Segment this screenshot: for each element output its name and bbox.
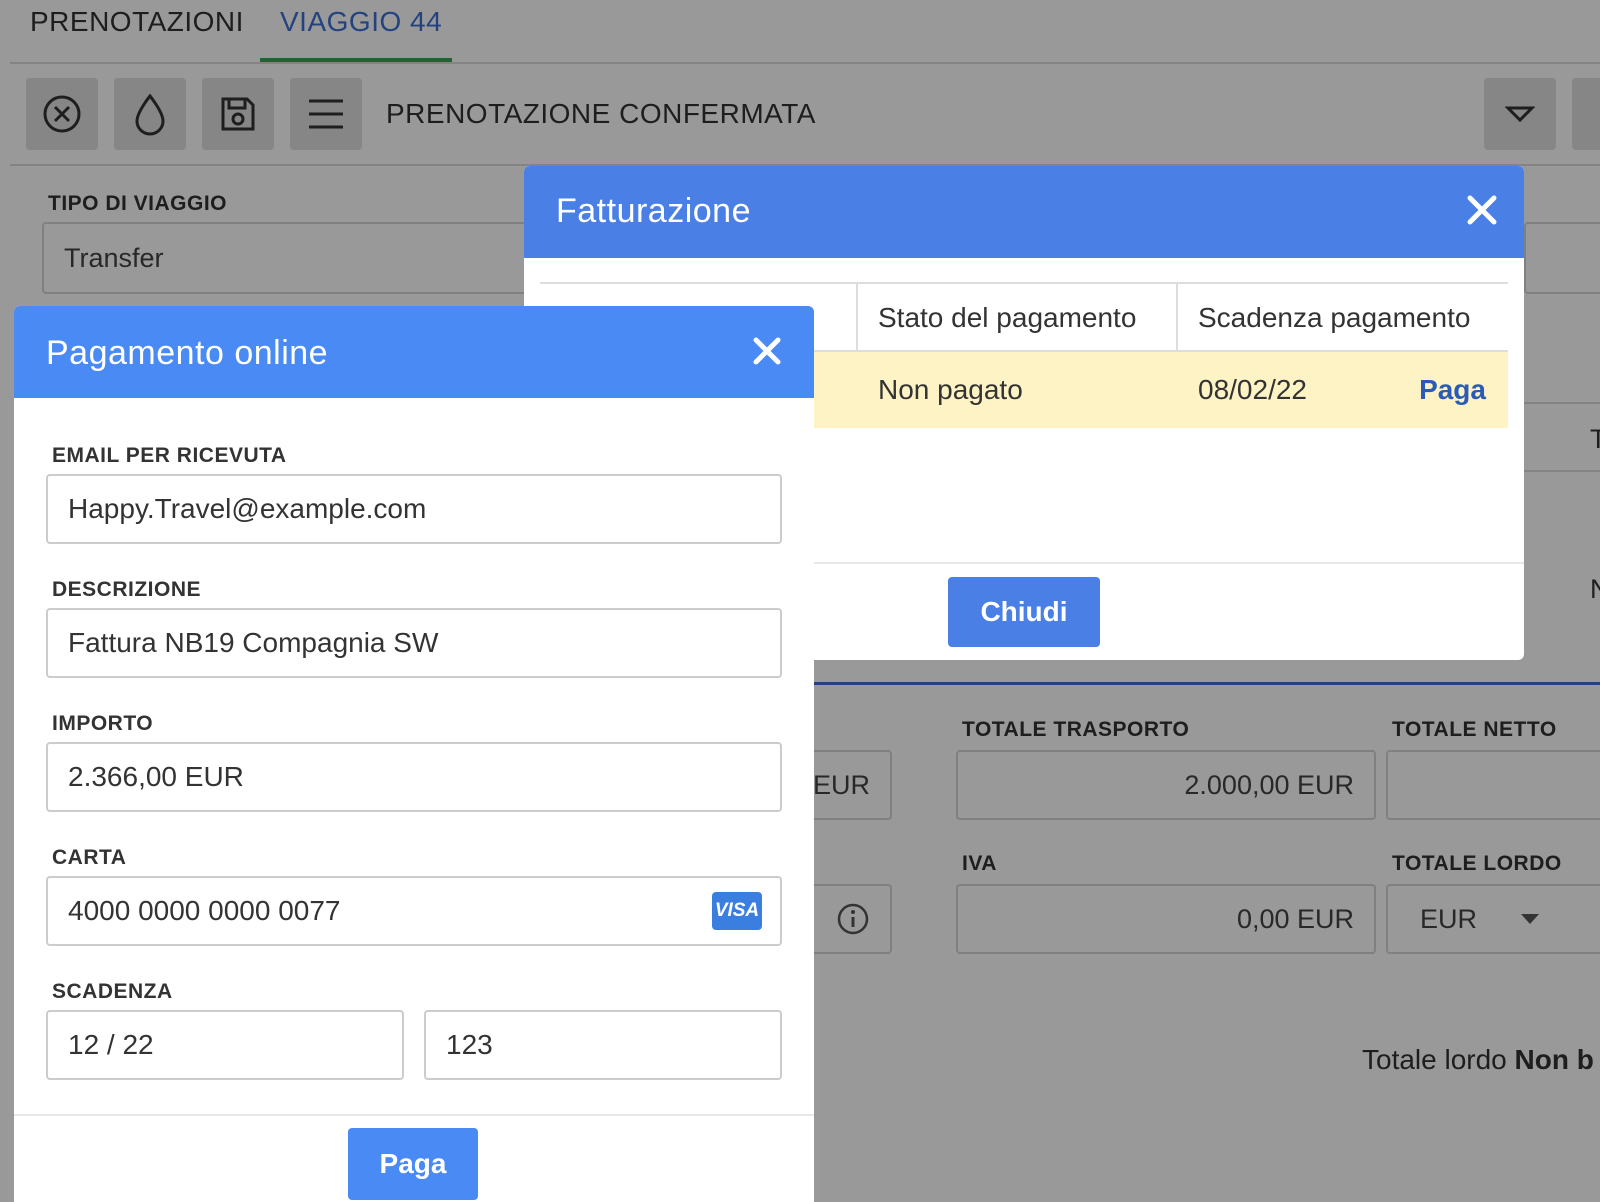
footer-divider [14, 1114, 814, 1116]
close-icon[interactable] [1466, 194, 1498, 226]
pagamento-title: Pagamento online [46, 334, 329, 372]
scadenza-pagamento-cell: 08/02/22 [1198, 374, 1307, 405]
carta-label: CARTA [52, 846, 127, 869]
importo-value: 2.366,00 EUR [68, 761, 244, 792]
email-label: EMAIL PER RICEVUTA [52, 444, 287, 467]
pagamento-online-dialog: Pagamento online EMAIL PER RICEVUTA Happ… [14, 306, 814, 1202]
expiry-field[interactable]: 12 / 22 [46, 1010, 404, 1080]
expiry-value: 12 / 22 [68, 1029, 154, 1060]
visa-card-icon: VISA [712, 892, 762, 930]
cvc-field[interactable]: 123 [424, 1010, 782, 1080]
stato-pagamento-cell: Non pagato [878, 374, 1023, 405]
descrizione-label: DESCRIZIONE [52, 578, 202, 601]
card-number-field[interactable]: 4000 0000 0000 0077 VISA [46, 876, 782, 946]
column-header-scadenza: Scadenza pagamento [1198, 302, 1471, 333]
importo-field[interactable]: 2.366,00 EUR [46, 742, 782, 812]
email-value: Happy.Travel@example.com [68, 493, 427, 524]
fatturazione-title: Fatturazione [556, 192, 751, 230]
fatturazione-header: Fatturazione [524, 166, 1524, 258]
card-number-value: 4000 0000 0000 0077 [68, 895, 341, 926]
chiudi-button[interactable]: Chiudi [948, 577, 1100, 647]
importo-label: IMPORTO [52, 712, 154, 735]
cvc-value: 123 [446, 1029, 493, 1060]
descrizione-value: Fattura NB19 Compagnia SW [68, 627, 439, 658]
email-field[interactable]: Happy.Travel@example.com [46, 474, 782, 544]
column-divider [1176, 284, 1178, 354]
close-icon[interactable] [752, 336, 782, 366]
pagamento-header: Pagamento online [14, 306, 814, 398]
paga-button[interactable]: Paga [348, 1128, 478, 1200]
column-divider [856, 284, 858, 354]
descrizione-field[interactable]: Fattura NB19 Compagnia SW [46, 608, 782, 678]
scadenza-label: SCADENZA [52, 980, 173, 1003]
column-header-stato: Stato del pagamento [878, 302, 1137, 333]
paga-link[interactable]: Paga [1419, 374, 1486, 406]
